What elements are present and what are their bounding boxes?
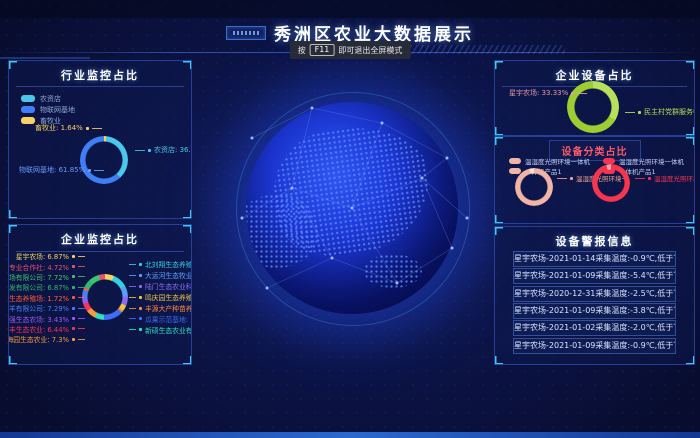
industry-donut-chart[interactable] [80, 136, 128, 184]
chart-callout-iot-base: 物联网基地: 61.85% [19, 165, 104, 175]
f11-keycap: F11 [310, 44, 335, 56]
chart-callout-agri-store: 农资店: 36.51% [135, 145, 192, 155]
chart-label: 家庭农场有限公司: 7.72% [11, 272, 85, 282]
alarm-row: 星宇农场-2021-01-02采集温度:-2.0℃,低于下限:0℃ [513, 320, 676, 336]
alarm-row: 星宇农场-2021-01-09采集温度:-0.9℃,低于下限:0℃ [513, 338, 676, 354]
chart-label: 星宇农场: 6.87% [11, 251, 85, 261]
chart-label: 新硕生态农业有限公司: 6.87% [129, 324, 192, 335]
panel-title: 设备警报信息 [495, 233, 694, 249]
chart-label: 李强生态农场: 3.43% [11, 313, 85, 323]
alarm-row: 星宇农场-2021-01-09采集温度:-3.8℃,低于下限:0℃ [513, 303, 676, 319]
chart-label: 鸣庆园生态养殖: 4.29% [129, 292, 192, 303]
chart-callout-minzhu: 民主村党群服务中心: [625, 107, 695, 117]
chart-label: 丰源大产种苗养殖场: 1. [129, 303, 192, 314]
panel-title: 企业监控占比 [9, 231, 191, 247]
alarm-panel: 设备警报信息 星宇农场-2021-01-14采集温度:-0.9℃,低于下限:0℃… [494, 226, 695, 365]
legend-item[interactable]: 农资店 [21, 93, 75, 104]
device-ratio-panel: 企业设备占比 星宇农场: 33.33% 民主村党群服务中心: [494, 60, 695, 136]
fullscreen-tooltip: 按 F11 即可退出全屏模式 [290, 41, 411, 59]
legend-swatch [509, 158, 521, 164]
alarm-row: 星宇农场-2020-12-31采集温度:-2.5℃,低于下限:0℃ [513, 286, 676, 302]
enterprise-labels-left: 星宇农场: 6.87% 幸福肉鸽专业合作社: 4.72% 家庭农场有限公司: 7… [11, 251, 85, 345]
legend-item[interactable]: 温湿度光照环境一体机 [509, 156, 590, 165]
chart-label: 陆门生态农业科技有限公 [129, 281, 192, 292]
device-class-panel: 设备分类占比 温湿度光照环境一体机 一体机产品1 温湿度光照环境一 温湿度光照环… [494, 136, 695, 224]
legend-label: 物联网基地 [40, 105, 75, 115]
legend-swatch [21, 95, 35, 102]
alarm-row: 星宇农场-2021-01-14采集温度:-0.9℃,低于下限:0℃ [513, 251, 676, 267]
logo-badge [226, 26, 266, 40]
chart-callout-xingyu: 星宇农场: 33.33% [509, 88, 587, 98]
chart-label: 北刘翔生态养殖: 11.36% [129, 259, 192, 270]
chart-label: 中石羊有限公司: 7.29% [11, 303, 85, 313]
class-left-donut-chart[interactable] [515, 168, 553, 206]
legend-swatch [509, 168, 521, 174]
class-right-donut-chart[interactable] [592, 164, 630, 202]
tooltip-prefix: 按 [298, 45, 306, 56]
industry-monitor-panel: 行业监控占比 农资店 物联网基地 畜牧业 畜牧业: 1.64% 农资店: 36.… [8, 60, 192, 219]
legend-swatch [21, 106, 35, 113]
dashboard: 秀洲区农业大数据展示 按 F11 即可退出全屏模式 行业监控占比 农资店 物联网… [0, 0, 700, 438]
legend-label: 农资店 [40, 94, 61, 104]
chart-label: 仁丰生态农业: 6.44% [11, 324, 85, 334]
panel-title: 行业监控占比 [9, 67, 191, 83]
chart-label: 上华生态养殖场: 1.72% [11, 293, 85, 303]
enterprise-monitor-panel: 企业监控占比 星宇农场: 6.87% 幸福肉鸽专业合作社: 4.72% 家庭农场… [8, 224, 192, 365]
chart-label: 瓜果示范基地: 15.02% [129, 313, 192, 324]
legend-swatch [21, 117, 35, 124]
chart-callout-livestock: 畜牧业: 1.64% [35, 123, 102, 133]
class-right-callout: 温湿度光照环境一 [635, 173, 695, 183]
chart-label: 国邦发有限公司: 6.87% [11, 282, 85, 292]
bottom-bar [0, 432, 700, 438]
legend-label: 温湿度光照环境一体机 [525, 156, 590, 166]
enterprise-donut-chart[interactable] [82, 274, 128, 320]
panel-title-divider [16, 86, 184, 87]
chart-label: 红梅园生态农业: 7.3% [11, 334, 85, 344]
globe-network [222, 78, 482, 338]
legend-label: 温湿度光照环境一体机 [619, 156, 684, 166]
alarm-row: 星宇农场-2021-01-09采集温度:-5.4℃,低于下限:0℃ [513, 268, 676, 284]
tooltip-suffix: 即可退出全屏模式 [338, 45, 402, 56]
chart-label: 幸福肉鸽专业合作社: 4.72% [11, 261, 85, 271]
chart-label: 大运河生态牧业有限责任公 [129, 270, 192, 281]
header-accent-line [0, 57, 90, 59]
legend-swatch [603, 158, 615, 164]
legend-item[interactable]: 物联网基地 [21, 104, 75, 115]
industry-legend: 农资店 物联网基地 畜牧业 [21, 93, 75, 126]
top-band [0, 0, 700, 18]
enterprise-labels-right: 北刘翔生态养殖: 11.36% 大运河生态牧业有限责任公 陆门生态农业科技有限公… [129, 259, 192, 335]
